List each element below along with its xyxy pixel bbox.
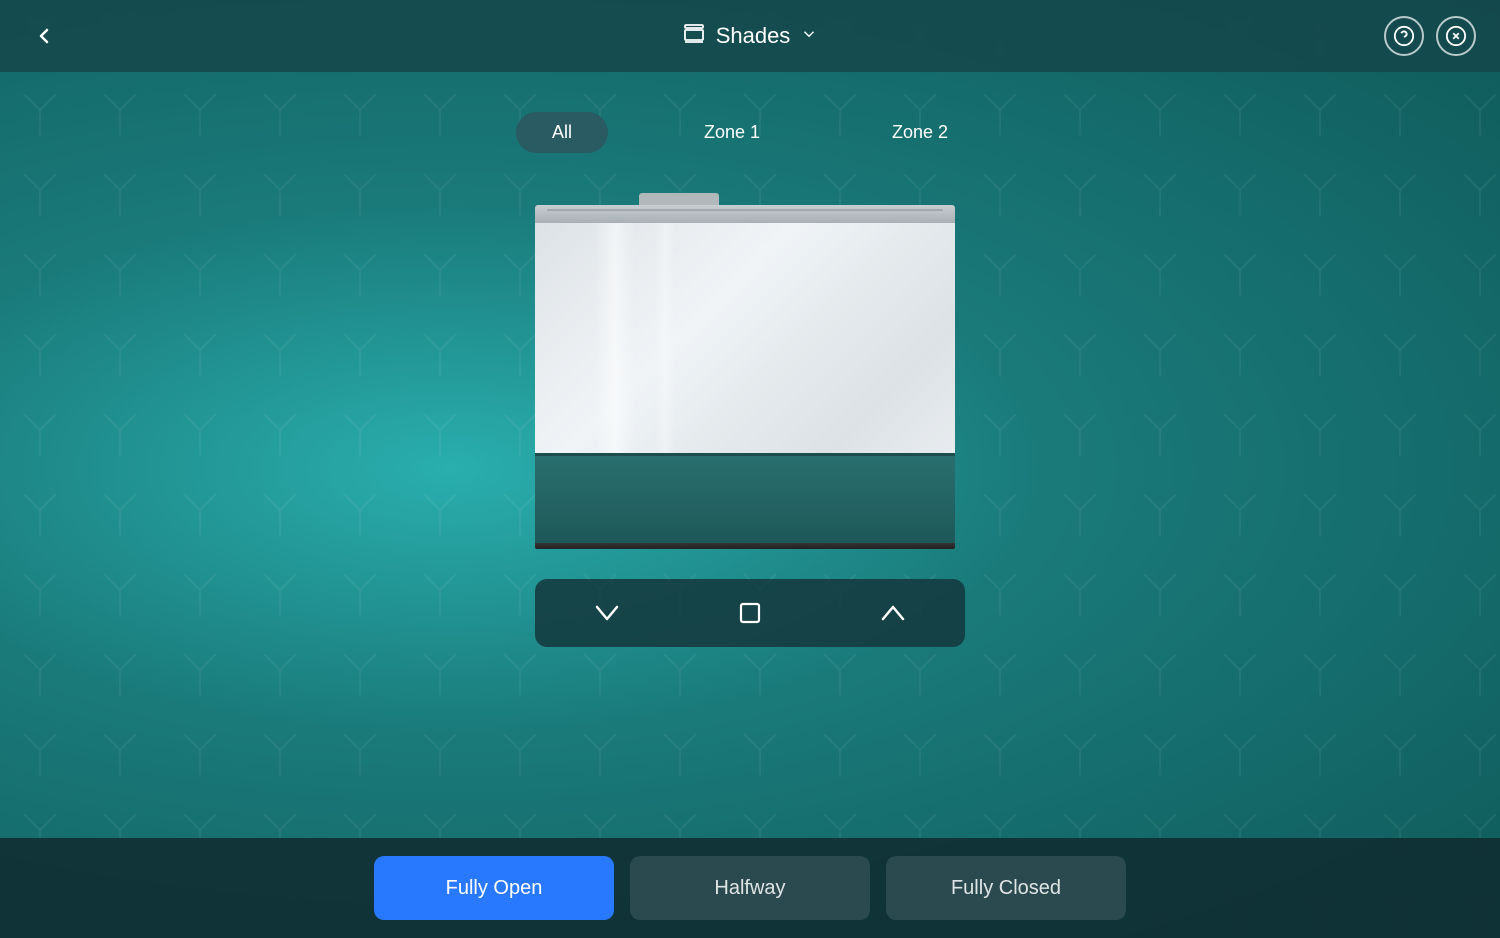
tab-zone2[interactable]: Zone 2: [856, 112, 984, 153]
shade-mount-bracket: [639, 193, 719, 205]
shade-up-button[interactable]: [868, 588, 918, 638]
shade-sill: [535, 453, 955, 543]
chevron-up-icon: [877, 597, 909, 629]
zone-tabs: All Zone 1 Zone 2: [516, 112, 984, 153]
help-button[interactable]: [1384, 16, 1424, 56]
close-icon: [1445, 25, 1467, 47]
back-button[interactable]: [24, 16, 64, 56]
page-title: Shades: [716, 23, 791, 49]
header: Shades: [0, 0, 1500, 72]
shade-stop-button[interactable]: [725, 588, 775, 638]
shade-illustration: [535, 193, 965, 549]
shade-bottom-rail: [535, 543, 955, 549]
shade-down-button[interactable]: [582, 588, 632, 638]
shade-fabric: [535, 223, 955, 453]
title-dropdown[interactable]: Shades: [682, 22, 819, 51]
preset-halfway-button[interactable]: Halfway: [630, 856, 870, 920]
tab-zone1[interactable]: Zone 1: [668, 112, 796, 153]
preset-fully-open-button[interactable]: Fully Open: [374, 856, 614, 920]
shades-icon: [682, 22, 706, 51]
dropdown-chevron-icon: [800, 25, 818, 48]
shade-top-rail: [535, 205, 955, 223]
shade-controls-bar: [535, 579, 965, 647]
tab-all[interactable]: All: [516, 112, 608, 153]
chevron-down-icon: [591, 597, 623, 629]
stop-icon: [736, 599, 764, 627]
close-button[interactable]: [1436, 16, 1476, 56]
preset-fully-closed-button[interactable]: Fully Closed: [886, 856, 1126, 920]
bottom-presets-bar: Fully Open Halfway Fully Closed: [0, 838, 1500, 938]
main-content: All Zone 1 Zone 2: [0, 72, 1500, 838]
help-icon: [1393, 25, 1415, 47]
back-arrow-icon: [32, 24, 56, 48]
header-actions: [1384, 16, 1476, 56]
